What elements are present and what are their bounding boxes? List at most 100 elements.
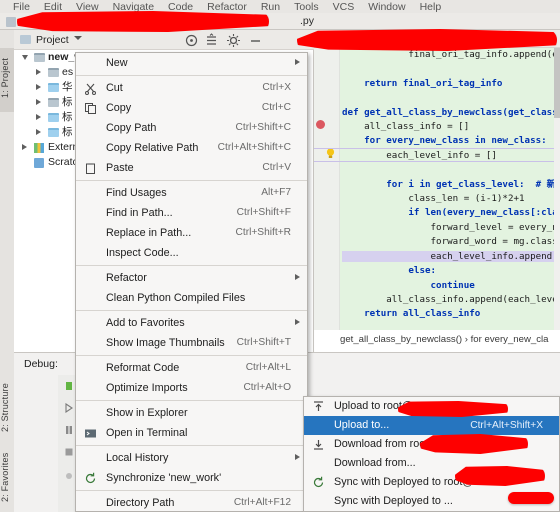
project-icon xyxy=(20,35,31,44)
chevron-down-icon[interactable] xyxy=(74,36,82,40)
chevron-right-icon xyxy=(295,319,300,325)
gear-icon[interactable] xyxy=(226,33,241,48)
menu-item-vcs[interactable]: VCS xyxy=(326,1,362,13)
menu-item-label: Optimize Imports xyxy=(106,382,188,394)
menu-item-find-usages[interactable]: Find Usages Alt+F7 xyxy=(76,183,307,203)
submenu-item-shortcut: Ctrl+Alt+Shift+X xyxy=(470,420,543,431)
menu-item-clean-python-compiled-files[interactable]: Clean Python Compiled Files xyxy=(76,288,307,308)
pause-icon[interactable] xyxy=(64,425,74,435)
chevron-right-icon[interactable] xyxy=(36,69,41,75)
chevron-right-icon[interactable] xyxy=(36,114,41,120)
view-breakpoints-icon[interactable] xyxy=(64,471,74,481)
menu-item-tools[interactable]: Tools xyxy=(287,1,326,13)
menu-item-find-in-path[interactable]: Find in Path... Ctrl+Shift+F xyxy=(76,203,307,223)
code-line-9: for i in get_class_level: # 新 xyxy=(342,178,554,190)
code-line-16: continue xyxy=(342,279,475,291)
scrollbar-thumb[interactable] xyxy=(554,48,560,118)
sidebar-item-favorites[interactable]: 2: Favorites xyxy=(0,448,14,510)
menu-item-window[interactable]: Window xyxy=(361,1,412,13)
scratch-icon xyxy=(34,158,44,168)
stop-icon[interactable] xyxy=(64,447,74,457)
menu-item-copy-relative-path[interactable]: Copy Relative Path Ctrl+Alt+Shift+C xyxy=(76,138,307,158)
chevron-right-icon[interactable] xyxy=(36,129,41,135)
target-icon[interactable] xyxy=(184,33,199,48)
menu-item-copy-path[interactable]: Copy Path Ctrl+Shift+C xyxy=(76,118,307,138)
context-menu[interactable]: New Cut Ctrl+X Copy Ctrl+C Copy Path Ctr… xyxy=(75,52,308,512)
editor-scrollbar[interactable] xyxy=(554,48,560,330)
menu-item-synchronize[interactable]: Synchronize 'new_work' xyxy=(76,468,307,488)
submenu-item-label: Sync with Deployed to root@ xyxy=(334,476,474,488)
menu-item-label: Cut xyxy=(106,82,123,94)
menu-separator xyxy=(76,180,307,181)
menu-item-help[interactable]: Help xyxy=(413,1,449,13)
breadcrumb[interactable]: get_all_class_by_newclass() › for every_… xyxy=(340,334,556,348)
submenu-item-label: Sync with Deployed to ... xyxy=(334,495,453,507)
menu-item-directory-path[interactable]: Directory Path Ctrl+Alt+F12 xyxy=(76,493,307,512)
menu-item-shortcut: Ctrl+Shift+R xyxy=(235,227,291,238)
code-line-4: def get_all_class_by_newclass(get_class xyxy=(342,106,554,118)
rerun-icon[interactable] xyxy=(64,381,74,391)
menu-item-edit[interactable]: Edit xyxy=(37,1,69,13)
editor-gutter[interactable] xyxy=(314,48,340,330)
menu-separator xyxy=(76,265,307,266)
chevron-down-icon[interactable] xyxy=(22,55,28,60)
menu-item-new[interactable]: New xyxy=(76,53,307,73)
menu-item-label: Find in Path... xyxy=(106,207,173,219)
menu-item-code[interactable]: Code xyxy=(161,1,200,13)
submenu-item-label: Download from root xyxy=(334,438,429,450)
chevron-right-icon[interactable] xyxy=(36,84,41,90)
submenu-item-upload-to[interactable]: Upload to... Ctrl+Alt+Shift+X xyxy=(304,416,559,435)
tree-label: 标 xyxy=(62,126,73,138)
menu-item-label: Inspect Code... xyxy=(106,247,179,259)
ide-window: File Edit View Navigate Code Refactor Ru… xyxy=(0,0,560,512)
menu-item-paste[interactable]: Paste Ctrl+V xyxy=(76,158,307,178)
editor-tab-label[interactable]: .py xyxy=(300,15,314,27)
code-line-17: all_class_info.append(each_leve xyxy=(342,293,554,305)
folder-icon xyxy=(48,128,59,137)
menu-separator xyxy=(76,490,307,491)
menu-item-optimize-imports[interactable]: Optimize Imports Ctrl+Alt+O xyxy=(76,378,307,398)
menu-item-view[interactable]: View xyxy=(69,1,106,13)
code-line-18: return all_class_info xyxy=(342,308,481,320)
tool-window-tab-bar: 1: Project 2: Structure 2: Favorites xyxy=(0,30,14,512)
terminal-icon xyxy=(84,427,97,440)
menu-item-refactor[interactable]: Refactor xyxy=(76,268,307,288)
redaction-mark-sync-deployed-tail xyxy=(508,492,554,504)
code-line-11: if len(every_new_class[:cla xyxy=(342,207,554,219)
menu-item-add-to-favorites[interactable]: Add to Favorites xyxy=(76,313,307,333)
chevron-right-icon[interactable] xyxy=(22,144,27,150)
menu-item-open-in-terminal[interactable]: Open in Terminal xyxy=(76,423,307,443)
menu-item-label: Paste xyxy=(106,162,134,174)
menu-item-show-image-thumbnails[interactable]: Show Image Thumbnails Ctrl+Shift+T xyxy=(76,333,307,353)
menu-item-label: Refactor xyxy=(106,272,147,284)
menu-item-refactor[interactable]: Refactor xyxy=(200,1,254,13)
code-line-2: return final_ori_tag_info xyxy=(342,77,503,89)
menu-item-file[interactable]: File xyxy=(6,1,37,13)
menu-item-inspect-code[interactable]: Inspect Code... xyxy=(76,243,307,263)
sidebar-item-project[interactable]: 1: Project xyxy=(0,48,14,112)
breakpoint-icon[interactable] xyxy=(316,120,325,129)
sync-icon xyxy=(312,476,325,489)
code-line-10: class_len = (i-1)*2+1 xyxy=(342,193,525,205)
menu-item-label: Find Usages xyxy=(106,187,167,199)
menu-item-cut[interactable]: Cut Ctrl+X xyxy=(76,78,307,98)
chevron-right-icon xyxy=(295,274,300,280)
minimize-icon[interactable] xyxy=(248,33,263,48)
folder-icon xyxy=(48,98,59,107)
collapse-all-icon[interactable] xyxy=(204,33,219,48)
menu-item-local-history[interactable]: Local History xyxy=(76,448,307,468)
code-text[interactable]: final_ori_tag_info.append(every return f… xyxy=(340,48,554,330)
code-editor[interactable]: final_ori_tag_info.append(every return f… xyxy=(314,30,560,352)
menu-item-reformat-code[interactable]: Reformat Code Ctrl+Alt+L xyxy=(76,358,307,378)
menu-item-replace-in-path[interactable]: Replace in Path... Ctrl+Shift+R xyxy=(76,223,307,243)
library-icon xyxy=(34,143,44,153)
menu-item-label: Local History xyxy=(106,452,169,464)
tree-label: Extern xyxy=(48,141,79,153)
menu-item-copy[interactable]: Copy Ctrl+C xyxy=(76,98,307,118)
menu-item-run[interactable]: Run xyxy=(254,1,287,13)
sidebar-item-structure[interactable]: 2: Structure xyxy=(0,378,14,442)
menu-item-show-in-explorer[interactable]: Show in Explorer xyxy=(76,403,307,423)
chevron-right-icon[interactable] xyxy=(36,99,41,105)
resume-icon[interactable] xyxy=(64,402,74,414)
folder-icon xyxy=(48,83,59,92)
